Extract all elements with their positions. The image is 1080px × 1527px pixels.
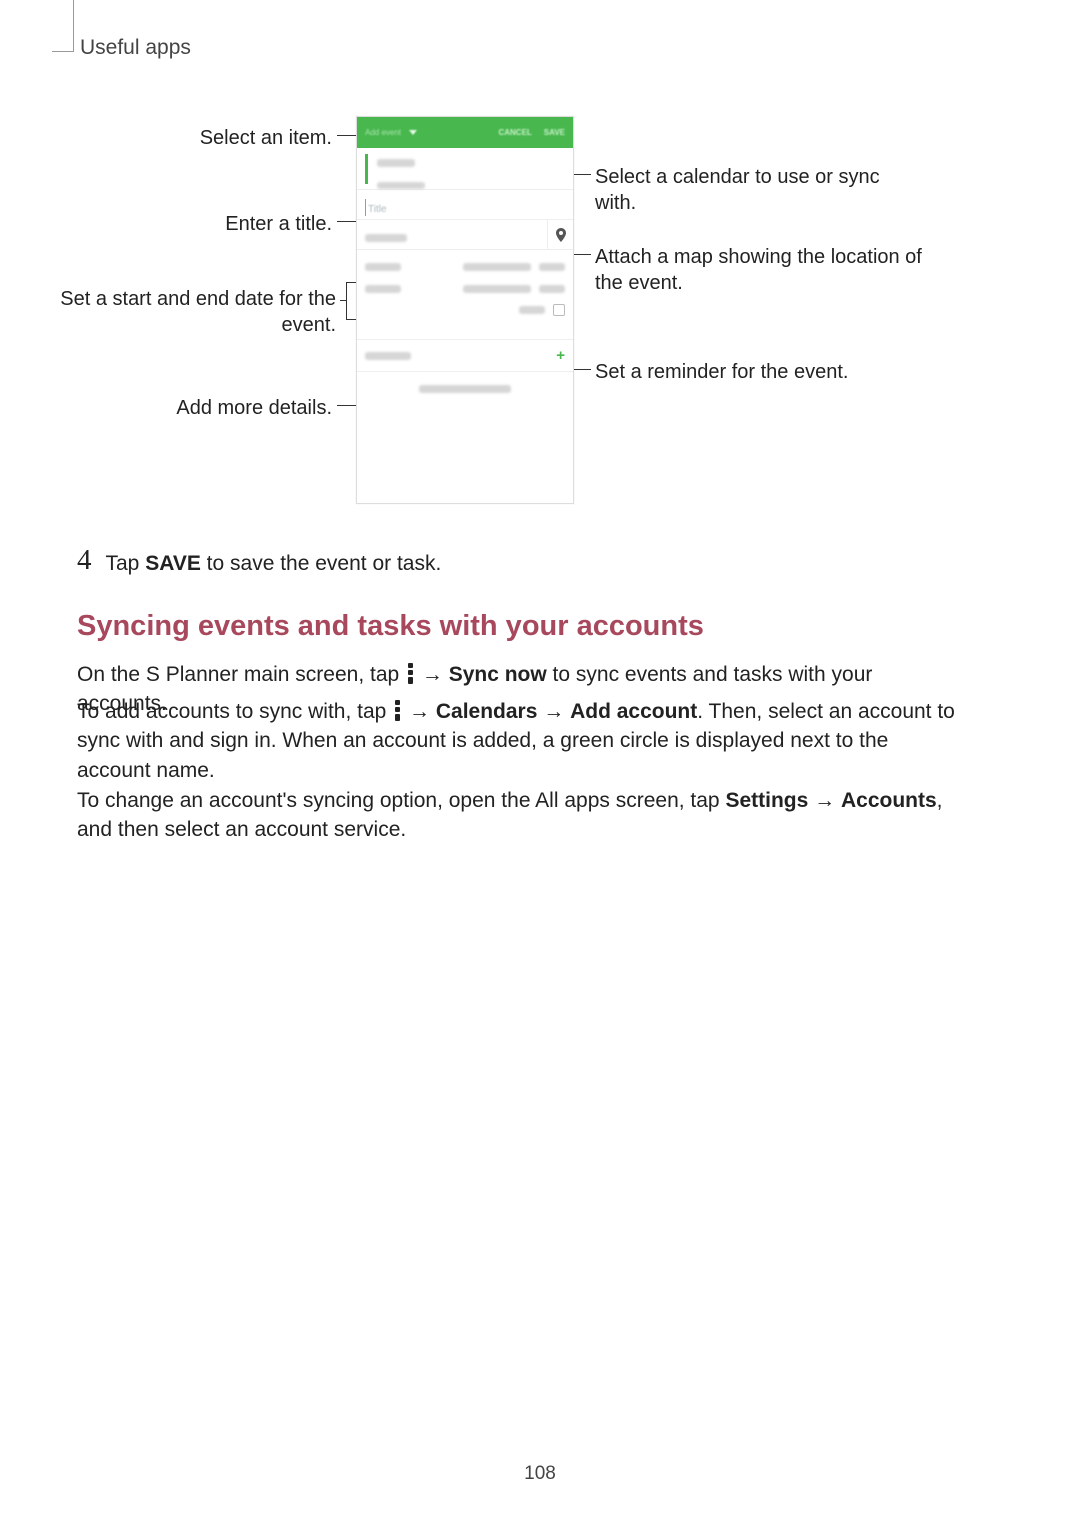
end-date-row[interactable]	[365, 278, 565, 300]
view-more-options[interactable]	[357, 372, 573, 406]
more-options-icon	[408, 663, 413, 686]
section-heading: Syncing events and tasks with your accou…	[77, 610, 704, 643]
dropdown-icon	[409, 130, 417, 135]
callout-attach-map: Attach a map showing the location of the…	[595, 244, 925, 296]
all-day-toggle[interactable]	[365, 300, 565, 320]
save-button[interactable]: SAVE	[544, 128, 565, 137]
paragraph-3: To change an account's syncing option, o…	[77, 786, 959, 845]
annotated-figure: Select an item. Enter a title. Set a sta…	[0, 116, 1080, 516]
date-block	[357, 250, 573, 340]
callout-select-item: Select an item.	[106, 125, 332, 151]
page-corner-mark	[52, 0, 74, 52]
checkbox-icon	[553, 304, 565, 316]
reminder-row[interactable]: +	[357, 340, 573, 372]
location-pin-icon	[555, 228, 567, 242]
callout-enter-title: Enter a title.	[106, 211, 332, 237]
paragraph-2: To add accounts to sync with, tap → Cale…	[77, 697, 959, 785]
add-reminder-plus-icon[interactable]: +	[556, 347, 565, 364]
location-input[interactable]	[357, 220, 573, 250]
page-number: 108	[0, 1463, 1080, 1485]
step-text: Tap SAVE to save the event or task.	[106, 550, 442, 576]
callout-add-more: Add more details.	[106, 395, 332, 421]
more-options-icon	[395, 700, 400, 723]
step-number: 4	[77, 544, 92, 577]
phone-screenshot: Add event CANCEL SAVE Title	[356, 116, 574, 504]
calendar-selector[interactable]	[357, 148, 573, 190]
start-date-row[interactable]	[365, 256, 565, 278]
phone-topbar: Add event CANCEL SAVE	[357, 117, 573, 148]
map-button[interactable]	[547, 220, 573, 250]
running-header: Useful apps	[80, 36, 191, 60]
callout-set-reminder: Set a reminder for the event.	[595, 359, 925, 385]
callout-set-dates: Set a start and end date for the event.	[46, 286, 336, 338]
title-input[interactable]: Title	[357, 190, 573, 220]
cancel-button[interactable]: CANCEL	[498, 128, 531, 137]
step-4: 4 Tap SAVE to save the event or task.	[77, 550, 441, 577]
callout-select-calendar: Select a calendar to use or sync with.	[595, 164, 925, 216]
